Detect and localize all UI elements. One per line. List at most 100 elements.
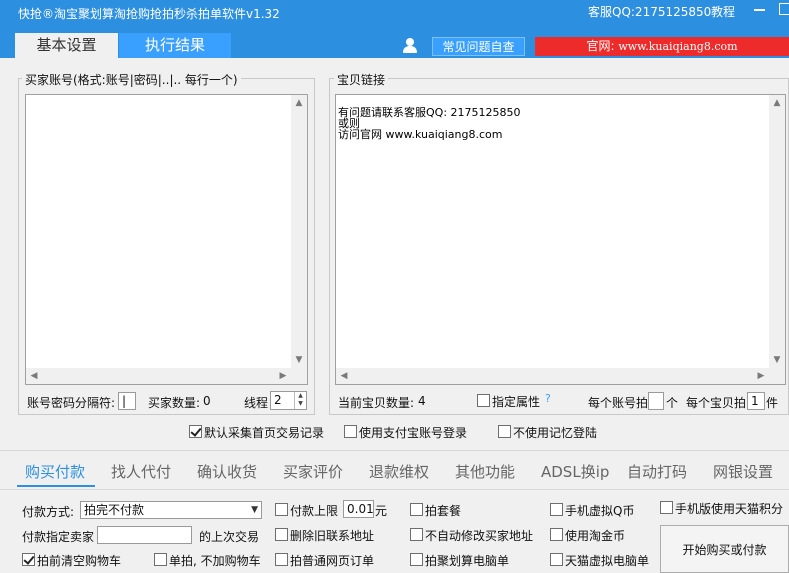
pay-limit-checkbox[interactable]	[275, 503, 288, 516]
mobile-tmall-points-checkbox[interactable]	[660, 501, 673, 514]
payment-method-select[interactable]: 拍完不付款 ▼	[80, 501, 262, 519]
vertical-scrollbar[interactable]: ▲ ▼	[769, 95, 785, 368]
subtab-refund[interactable]: 退款维权	[369, 461, 429, 482]
subtab-purchase-payment[interactable]: 购买付款	[25, 461, 85, 482]
help-icon[interactable]: ?	[545, 392, 551, 405]
divider	[0, 489, 789, 490]
minimize-icon[interactable]	[754, 9, 765, 11]
item-links-content: 有问题请联系客服QQ: 2175125850 或则 访问官网 www.kuaiq…	[338, 107, 521, 140]
normal-web-order-checkbox[interactable]	[275, 553, 288, 566]
start-purchase-button[interactable]: 开始购买或付款	[660, 525, 789, 573]
active-tab-indicator	[17, 485, 95, 487]
separator-label: 账号密码分隔符:	[27, 396, 116, 410]
pay-limit-label: 付款上限	[290, 504, 339, 518]
specify-attribute-label: 指定属性	[492, 395, 541, 409]
official-site-banner[interactable]: 官网: www.kuaiqiang8.com	[535, 37, 789, 56]
scroll-right-icon[interactable]: ▶	[275, 368, 291, 384]
single-no-cart-checkbox[interactable]	[154, 553, 167, 566]
subtab-bank-settings[interactable]: 网银设置	[713, 461, 773, 482]
buyer-count-value: 0	[203, 394, 211, 408]
per-account-input[interactable]	[648, 392, 664, 410]
buyer-accounts-textarea[interactable]: ▲ ▼ ◀ ▶	[25, 94, 308, 385]
horizontal-scrollbar[interactable]: ◀ ▶	[336, 368, 769, 384]
delete-contact-label: 删除旧联系地址	[290, 529, 375, 543]
normal-web-order-label: 拍普通网页订单	[290, 554, 375, 568]
tab-execution-result[interactable]: 执行结果	[119, 33, 231, 58]
alipay-login-label: 使用支付宝账号登录	[359, 426, 468, 440]
single-no-cart-label: 单拍, 不加购物车	[169, 554, 261, 568]
no-remember-login-label: 不使用记忆登陆	[513, 426, 598, 440]
scroll-down-icon[interactable]: ▼	[769, 352, 785, 368]
site-url: www.kuaiqiang8.com	[618, 40, 738, 53]
scroll-up-icon[interactable]: ▲	[769, 95, 785, 111]
item-count-label: 当前宝贝数量:	[338, 396, 415, 410]
buyer-accounts-label: 买家账号(格式:账号|密码|..|.. 每行一个)	[22, 71, 241, 88]
juhuasuan-pc-label: 拍聚划算电脑单	[425, 554, 510, 568]
subtab-auto-captcha[interactable]: 自动打码	[627, 461, 687, 482]
per-item-input[interactable]: 1	[747, 392, 765, 410]
designated-seller-label: 付款指定卖家	[22, 530, 95, 544]
vertical-scrollbar[interactable]: ▲ ▼	[291, 95, 307, 368]
chevron-down-icon: ▼	[251, 505, 258, 515]
item-links-textarea[interactable]: 有问题请联系客服QQ: 2175125850 或则 访问官网 www.kuaiq…	[335, 94, 786, 385]
stepper-arrows-icon[interactable]: ▲ ▼	[294, 392, 306, 409]
scrollbar-corner	[291, 368, 307, 384]
tmall-virtual-pc-checkbox[interactable]	[550, 553, 563, 566]
per-item-label: 每个宝贝拍	[686, 396, 747, 410]
scroll-down-icon[interactable]: ▼	[291, 352, 307, 368]
threads-label: 线程	[244, 396, 269, 410]
package-label: 拍套餐	[425, 504, 462, 518]
collect-records-label: 默认采集首页交易记录	[204, 426, 325, 440]
scroll-left-icon[interactable]: ◀	[26, 368, 42, 384]
designated-seller-input[interactable]	[97, 526, 192, 544]
support-qq: 客服QQ:2175125850	[588, 5, 712, 19]
pay-limit-unit: 元	[375, 504, 388, 518]
threads-stepper[interactable]: 2 ▲ ▼	[270, 391, 307, 410]
alipay-login-checkbox[interactable]	[344, 425, 357, 438]
pay-limit-input[interactable]: 0.01	[343, 500, 374, 518]
scroll-up-icon[interactable]: ▲	[291, 95, 307, 111]
clear-cart-checkbox[interactable]	[22, 553, 35, 566]
maximize-icon[interactable]	[779, 3, 789, 15]
site-prefix: 官网:	[586, 39, 619, 53]
payment-method-label: 付款方式:	[22, 505, 75, 519]
subtab-adsl-ip[interactable]: ADSL换ip	[541, 461, 609, 482]
use-taojinbi-checkbox[interactable]	[550, 528, 563, 541]
user-icon[interactable]	[402, 38, 418, 54]
item-links-line-3: 访问官网 www.kuaiqiang8.com	[338, 128, 503, 141]
scroll-right-icon[interactable]: ▶	[753, 368, 769, 384]
last-trade-label: 的上次交易	[199, 530, 260, 544]
tutorial-link[interactable]: 教程	[711, 3, 735, 20]
app-title: 快抢®淘宝聚划算淘抢购抢拍秒杀拍单软件v1.32	[18, 7, 280, 21]
buyer-count-label: 买家数量:	[148, 396, 201, 410]
subtab-other-functions[interactable]: 其他功能	[455, 461, 515, 482]
item-links-line-1: 有问题请联系客服QQ: 2175125850	[338, 106, 521, 119]
item-count-value: 4	[418, 394, 426, 408]
faq-button[interactable]: 常见问题自查	[432, 37, 525, 56]
no-auto-modify-label: 不自动修改买家地址	[425, 529, 534, 543]
package-checkbox[interactable]	[410, 503, 423, 516]
juhuasuan-pc-checkbox[interactable]	[410, 553, 423, 566]
scrollbar-corner	[769, 368, 785, 384]
mobile-tmall-points-label: 手机版使用天猫积分	[675, 502, 784, 516]
horizontal-scrollbar[interactable]: ◀ ▶	[26, 368, 291, 384]
divider	[0, 450, 789, 451]
threads-value: 2	[274, 393, 282, 407]
separator-input[interactable]: |	[118, 392, 136, 410]
tmall-virtual-pc-label: 天猫虚拟电脑单	[565, 554, 650, 568]
subtab-find-payer[interactable]: 找人代付	[111, 461, 171, 482]
per-account-unit: 个	[666, 396, 679, 410]
tab-basic-settings[interactable]: 基本设置	[15, 33, 118, 58]
specify-attribute-checkbox[interactable]	[477, 394, 490, 407]
subtab-confirm-receipt[interactable]: 确认收货	[197, 461, 257, 482]
no-auto-modify-checkbox[interactable]	[410, 528, 423, 541]
subtab-buyer-review[interactable]: 买家评价	[283, 461, 343, 482]
phone-qcoin-checkbox[interactable]	[550, 503, 563, 516]
no-remember-login-checkbox[interactable]	[498, 425, 511, 438]
phone-qcoin-label: 手机虚拟Q币	[565, 504, 635, 518]
per-item-unit: 件	[766, 396, 779, 410]
item-links-label: 宝贝链接	[334, 71, 389, 88]
scroll-left-icon[interactable]: ◀	[336, 368, 352, 384]
delete-contact-checkbox[interactable]	[275, 528, 288, 541]
collect-records-checkbox[interactable]	[189, 425, 202, 438]
